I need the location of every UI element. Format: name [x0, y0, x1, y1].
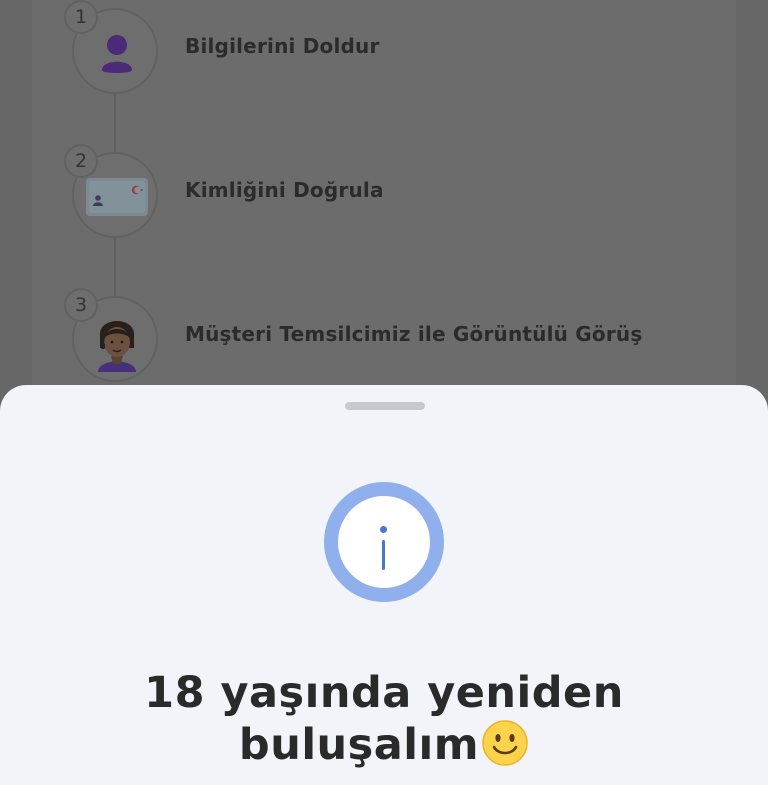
sheet-title-line2: buluşalım — [238, 720, 480, 770]
step-1-label: Bilgilerini Doldur — [185, 34, 380, 58]
info-icon-bar — [382, 540, 385, 570]
sheet-title-line1: 18 yaşında yeniden — [144, 668, 624, 718]
step-2-label: Kimliğini Doğrula — [185, 178, 384, 202]
step-3-label: Müşteri Temsilcimiz ile Görüntülü Görüş — [185, 322, 643, 346]
step-connector — [114, 94, 116, 154]
step-connector — [114, 238, 116, 298]
step-2-number: 2 — [64, 144, 98, 178]
sheet-drag-handle[interactable] — [345, 402, 425, 410]
info-icon-dot — [380, 526, 387, 533]
info-icon-inner — [338, 496, 430, 588]
smiley-emoji-icon — [482, 720, 528, 766]
sheet-title: 18 yaşında yeniden buluşalım — [0, 667, 768, 771]
bottom-sheet: 18 yaşında yeniden buluşalım — [0, 385, 768, 785]
sheet-title-line2-wrap: buluşalım — [0, 719, 768, 771]
step-1-number: 1 — [64, 0, 98, 34]
info-icon — [324, 482, 444, 602]
step-3-number: 3 — [64, 288, 98, 322]
